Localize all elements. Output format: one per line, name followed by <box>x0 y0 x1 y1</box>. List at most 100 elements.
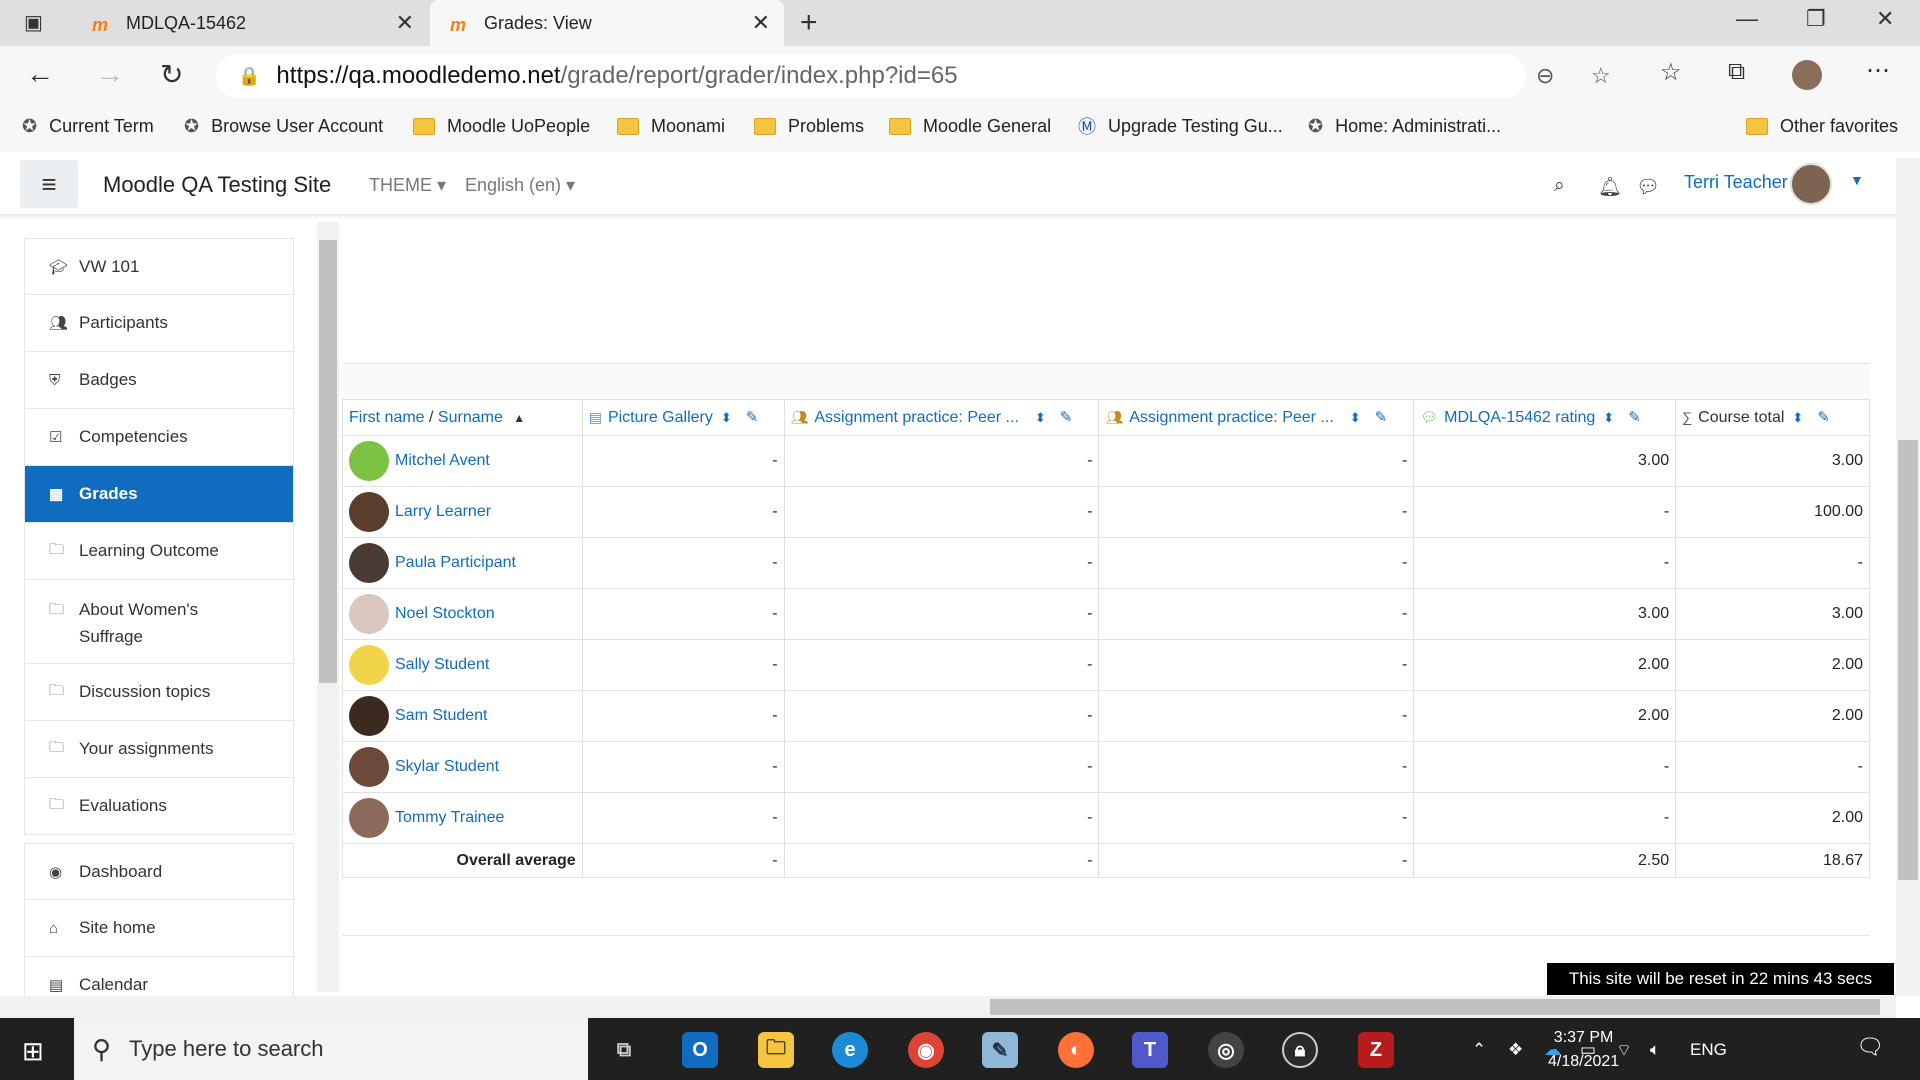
student-avatar[interactable] <box>349 696 389 736</box>
student-avatar[interactable] <box>349 492 389 532</box>
sort-toggle-icon[interactable]: ⬍ <box>1350 410 1361 425</box>
sidebar-item-grades[interactable]: ▦ Grades <box>24 466 294 523</box>
sidebar-item-discussion-topics[interactable]: 🗀 Discussion topics <box>24 664 294 721</box>
grade-cell[interactable]: 3.00 <box>1413 435 1677 487</box>
user-menu-name[interactable]: Terri Teacher <box>1684 172 1788 193</box>
back-icon[interactable]: ← <box>26 58 54 90</box>
forward-icon[interactable]: → <box>96 58 124 90</box>
student-name-link[interactable]: Skylar Student <box>395 758 499 776</box>
student-name-link[interactable]: Sally Student <box>395 656 489 674</box>
grade-cell[interactable]: 2.00 <box>1675 639 1870 691</box>
zoom-icon[interactable]: ⊖ <box>1536 63 1554 89</box>
grade-cell[interactable]: - <box>581 792 785 844</box>
bookmark-moodle-general[interactable]: Moodle General <box>889 110 1051 142</box>
column-link[interactable]: Assignment practice: Peer ... <box>1129 409 1334 426</box>
dropbox-icon[interactable]: ❖ <box>1508 1040 1523 1060</box>
user-menu-chevron-icon[interactable]: ▼ <box>1850 172 1864 188</box>
volume-icon[interactable]: 🔈︎ <box>1650 1040 1660 1060</box>
sidebar-item-participants[interactable]: 👥︎ Participants <box>24 295 294 352</box>
grade-cell[interactable]: 100.00 <box>1675 486 1870 538</box>
sidebar-item-womens-suffrage[interactable]: 🗀 About Women's Suffrage <box>24 580 294 664</box>
grade-cell[interactable]: - <box>783 588 1100 640</box>
minimize-icon[interactable]: — <box>1736 6 1758 32</box>
teams-icon[interactable]: T <box>1132 1032 1168 1068</box>
sort-toggle-icon[interactable]: ⬍ <box>1603 410 1614 425</box>
filezilla-icon[interactable]: Z <box>1358 1032 1394 1068</box>
sidebar-item-learning-outcome[interactable]: 🗀 Learning Outcome <box>24 523 294 580</box>
window-close-icon[interactable]: ✕ <box>1876 6 1894 32</box>
notifications-bell-icon[interactable]: 🔔︎ <box>1598 175 1622 199</box>
bookmark-other-favorites[interactable]: Other favorites <box>1746 110 1898 142</box>
sort-surname-link[interactable]: Surname <box>438 409 503 426</box>
grade-cell[interactable]: - <box>1098 435 1415 487</box>
grade-cell[interactable]: - <box>581 588 785 640</box>
grade-cell[interactable]: - <box>1413 792 1677 844</box>
grade-cell[interactable]: 3.00 <box>1413 588 1677 640</box>
grade-cell[interactable]: - <box>783 435 1100 487</box>
grade-cell[interactable]: - <box>581 690 785 742</box>
sort-asc-icon[interactable]: ▲ <box>513 411 525 425</box>
edit-pencil-icon[interactable]: ✎ <box>1628 409 1641 426</box>
input-language[interactable]: ENG <box>1690 1040 1727 1060</box>
student-avatar[interactable] <box>349 441 389 481</box>
browser-tab-grades[interactable]: m Grades: View ✕ <box>430 0 784 46</box>
outlook-icon[interactable]: O <box>682 1032 718 1068</box>
address-bar[interactable]: 🔒 https://qa.moodledemo.net/grade/report… <box>216 54 1611 98</box>
restore-icon[interactable]: ❐ <box>1806 6 1826 32</box>
edit-pencil-icon[interactable]: ✎ <box>1375 409 1388 426</box>
windows-start-icon[interactable]: ⊞ <box>22 1036 44 1067</box>
close-tab-icon[interactable]: ✕ <box>396 10 414 36</box>
student-name-link[interactable]: Tommy Trainee <box>395 809 504 827</box>
bookmark-home-administration[interactable]: ✪ Home: Administrati... <box>1308 110 1501 142</box>
add-favorite-icon[interactable]: ☆ <box>1591 63 1611 89</box>
bookmark-current-term[interactable]: ✪ Current Term <box>22 110 154 142</box>
tab-actions-icon[interactable]: ▣ <box>24 10 43 35</box>
sidebar-scroll-thumb[interactable] <box>319 240 337 683</box>
nav-drawer-toggle-icon[interactable]: ≡ <box>20 160 78 208</box>
student-avatar[interactable] <box>349 747 389 787</box>
task-view-icon[interactable]: ⧉ <box>606 1032 642 1068</box>
search-icon[interactable]: ⌕ <box>1554 175 1565 197</box>
chrome-icon[interactable]: ◉ <box>908 1032 944 1068</box>
grade-cell[interactable]: - <box>783 792 1100 844</box>
grade-cell[interactable]: - <box>1675 537 1870 589</box>
firefox-icon[interactable]: ◐ <box>1058 1032 1094 1068</box>
sidebar-item-badges[interactable]: ⛨ Badges <box>24 352 294 409</box>
bookmark-problems[interactable]: Problems <box>754 110 864 142</box>
page-scroll-thumb[interactable] <box>1898 440 1918 880</box>
grade-cell[interactable]: - <box>783 486 1100 538</box>
grade-cell[interactable]: - <box>1098 588 1415 640</box>
sort-first-name-link[interactable]: First name <box>349 409 425 426</box>
grade-cell[interactable]: 2.00 <box>1675 690 1870 742</box>
grade-cell[interactable]: - <box>1098 537 1415 589</box>
edge-icon[interactable]: e <box>832 1032 868 1068</box>
bookmark-browse-user-account[interactable]: ✪ Browse User Account <box>184 110 383 142</box>
grade-cell[interactable]: - <box>1098 639 1415 691</box>
profile-avatar[interactable] <box>1792 60 1822 90</box>
theme-menu[interactable]: THEME ▾ <box>369 175 446 196</box>
sidebar-item-your-assignments[interactable]: 🗀 Your assignments <box>24 721 294 778</box>
sidebar-item-site-home[interactable]: ⌂ Site home <box>24 900 294 957</box>
column-link[interactable]: Picture Gallery <box>608 409 713 426</box>
horizontal-scroll-thumb[interactable] <box>990 999 1880 1015</box>
browser-tab-mdlqa[interactable]: m MDLQA-15462 ✕ <box>72 0 428 46</box>
student-avatar[interactable] <box>349 543 389 583</box>
notepad-icon[interactable]: ✎ <box>982 1032 1018 1068</box>
student-avatar[interactable] <box>349 594 389 634</box>
student-avatar[interactable] <box>349 798 389 838</box>
grade-cell[interactable]: - <box>581 486 785 538</box>
edit-pencil-icon[interactable]: ✎ <box>1060 409 1073 426</box>
notification-center-icon[interactable]: 🗨︎ <box>1856 1034 1884 1060</box>
student-name-link[interactable]: Mitchel Avent <box>395 452 490 470</box>
grade-cell[interactable]: - <box>1098 486 1415 538</box>
student-avatar[interactable] <box>349 645 389 685</box>
collections-icon[interactable]: ⧉ <box>1728 58 1745 86</box>
sort-toggle-icon[interactable]: ⬍ <box>1035 410 1046 425</box>
messages-icon[interactable]: 💬︎ <box>1636 175 1660 199</box>
grade-cell[interactable]: - <box>1098 741 1415 793</box>
sort-toggle-icon[interactable]: ⬍ <box>1792 410 1803 425</box>
grade-cell[interactable]: - <box>1675 741 1870 793</box>
file-explorer-icon[interactable]: 🗀 <box>758 1032 794 1068</box>
grade-cell[interactable]: - <box>1098 792 1415 844</box>
grade-cell[interactable]: - <box>581 435 785 487</box>
